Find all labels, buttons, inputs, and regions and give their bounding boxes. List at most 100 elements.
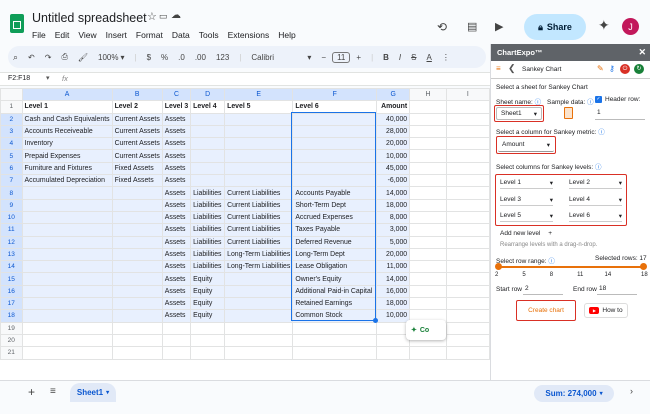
cell[interactable]: 16,000 xyxy=(376,284,411,299)
cell[interactable]: Current Liabilities xyxy=(224,235,294,249)
power-icon[interactable]: ⏻ xyxy=(620,64,630,74)
level-select-6[interactable]: Level 6 ▾ xyxy=(569,210,622,222)
cell[interactable] xyxy=(224,272,294,286)
cell[interactable]: Level 4 xyxy=(190,100,226,114)
doc-title[interactable]: Untitled spreadsheet xyxy=(32,11,147,25)
print-icon[interactable]: ⎙ xyxy=(61,52,67,62)
cell[interactable]: Assets xyxy=(161,210,192,225)
cell[interactable] xyxy=(445,333,490,348)
cell[interactable]: Equity xyxy=(190,284,226,299)
cell[interactable] xyxy=(409,124,447,139)
level-select-5[interactable]: Level 5 ▾ xyxy=(500,210,553,222)
cell[interactable] xyxy=(224,161,294,176)
cell[interactable]: Liabilities xyxy=(190,247,226,262)
cell[interactable] xyxy=(409,272,447,286)
cell[interactable] xyxy=(190,333,226,348)
cell[interactable]: Assets xyxy=(161,260,192,274)
row-number[interactable]: 21 xyxy=(0,346,23,360)
cell[interactable]: Assets xyxy=(161,284,192,299)
cell[interactable]: 14,000 xyxy=(376,186,411,200)
hamburger-icon[interactable]: ≡ xyxy=(496,64,501,73)
cell[interactable]: 3,000 xyxy=(376,223,411,237)
menu-file[interactable]: File xyxy=(32,30,46,40)
row-number[interactable]: 9 xyxy=(0,198,23,212)
cell[interactable] xyxy=(21,297,113,311)
cell[interactable]: Assets xyxy=(161,198,192,212)
cell[interactable] xyxy=(445,161,490,176)
menu-tools[interactable]: Tools xyxy=(199,30,219,40)
sheets-logo-icon[interactable] xyxy=(10,14,24,33)
cell[interactable]: Assets xyxy=(161,137,192,151)
cell[interactable]: Amount xyxy=(376,100,411,114)
cell[interactable]: Current Liabilities xyxy=(224,223,294,237)
cell[interactable]: 18,000 xyxy=(376,198,411,212)
row-number[interactable]: 8 xyxy=(0,186,23,200)
row-number[interactable]: 15 xyxy=(0,272,23,286)
history-icon[interactable]: ⟲ xyxy=(437,20,447,34)
cell[interactable] xyxy=(111,223,163,237)
font-size-minus[interactable]: − xyxy=(321,53,326,62)
cell[interactable] xyxy=(445,149,490,163)
cell[interactable]: Accounts Receiveable xyxy=(21,124,113,139)
level-select-3[interactable]: Level 3 ▾ xyxy=(500,194,553,206)
cell[interactable] xyxy=(21,260,113,274)
close-icon[interactable]: ✕ xyxy=(638,47,646,58)
cell[interactable] xyxy=(409,247,447,262)
level-select-1[interactable]: Level 1 ▾ xyxy=(500,177,553,189)
cell[interactable]: Cash and Cash Equivalents xyxy=(21,112,113,126)
font-size-plus[interactable]: + xyxy=(356,53,361,62)
cell[interactable] xyxy=(445,272,490,286)
how-to-button[interactable]: ▶ How to xyxy=(584,303,628,318)
cell[interactable] xyxy=(21,186,113,200)
cell[interactable] xyxy=(409,223,447,237)
cell[interactable]: Equity xyxy=(190,297,226,311)
sheet-select[interactable]: Sheet1 ▾ xyxy=(496,107,542,120)
cell[interactable] xyxy=(445,100,490,114)
cell[interactable] xyxy=(409,235,447,249)
column-header[interactable]: H xyxy=(409,88,447,102)
row-number[interactable]: 11 xyxy=(0,223,23,237)
cell[interactable] xyxy=(190,137,226,151)
column-header[interactable]: A xyxy=(21,88,113,102)
currency-button[interactable]: $ xyxy=(147,53,151,62)
cell[interactable] xyxy=(445,284,490,299)
add-sheet-icon[interactable]: + xyxy=(28,385,35,399)
cell[interactable]: Accumulated Depreciation xyxy=(21,174,113,188)
cell[interactable]: 18,000 xyxy=(376,297,411,311)
search-menus-icon[interactable]: ⌕ xyxy=(13,52,18,63)
cell[interactable]: Level 3 xyxy=(161,100,192,114)
cell[interactable]: Liabilities xyxy=(190,260,226,274)
cell[interactable] xyxy=(224,137,294,151)
cell[interactable] xyxy=(409,284,447,299)
cell[interactable]: Assets xyxy=(161,149,192,163)
cell[interactable]: 10,000 xyxy=(376,309,411,323)
number-format-button[interactable]: 123 xyxy=(216,53,229,62)
cell[interactable] xyxy=(376,333,411,348)
column-header[interactable]: F xyxy=(292,88,378,102)
cell[interactable] xyxy=(445,260,490,274)
header-row-checkbox[interactable]: ✓ xyxy=(595,96,602,103)
selection-handle[interactable] xyxy=(373,318,378,323)
range-slider-start-handle[interactable] xyxy=(495,263,502,270)
font-size-input[interactable]: 11 xyxy=(332,51,351,63)
menu-edit[interactable]: Edit xyxy=(55,30,70,40)
column-header[interactable]: E xyxy=(224,88,294,102)
meet-icon[interactable]: ▶ xyxy=(495,20,503,33)
cell[interactable] xyxy=(224,309,294,323)
row-number[interactable]: 10 xyxy=(0,210,23,225)
cell[interactable]: Assets xyxy=(161,174,192,188)
cell[interactable] xyxy=(190,174,226,188)
cell[interactable]: Long-Term Liabilities xyxy=(224,247,294,262)
cell[interactable]: Fixed Assets xyxy=(111,161,163,176)
cell[interactable]: Assets xyxy=(161,272,192,286)
cell[interactable] xyxy=(409,137,447,151)
cell[interactable]: 10,000 xyxy=(376,149,411,163)
row-number[interactable]: 19 xyxy=(0,321,23,335)
cell[interactable] xyxy=(445,235,490,249)
cell[interactable] xyxy=(111,272,163,286)
cell-table[interactable]: ABCDEFGHI 1 Level 1 Level 2 Level 3 Level 4L… xyxy=(0,88,490,360)
move-folder-icon[interactable]: ▭ xyxy=(159,11,168,22)
key-icon[interactable]: ⚷ xyxy=(609,64,615,73)
menu-view[interactable]: View xyxy=(78,30,96,40)
back-icon[interactable]: ❮ xyxy=(508,63,516,74)
